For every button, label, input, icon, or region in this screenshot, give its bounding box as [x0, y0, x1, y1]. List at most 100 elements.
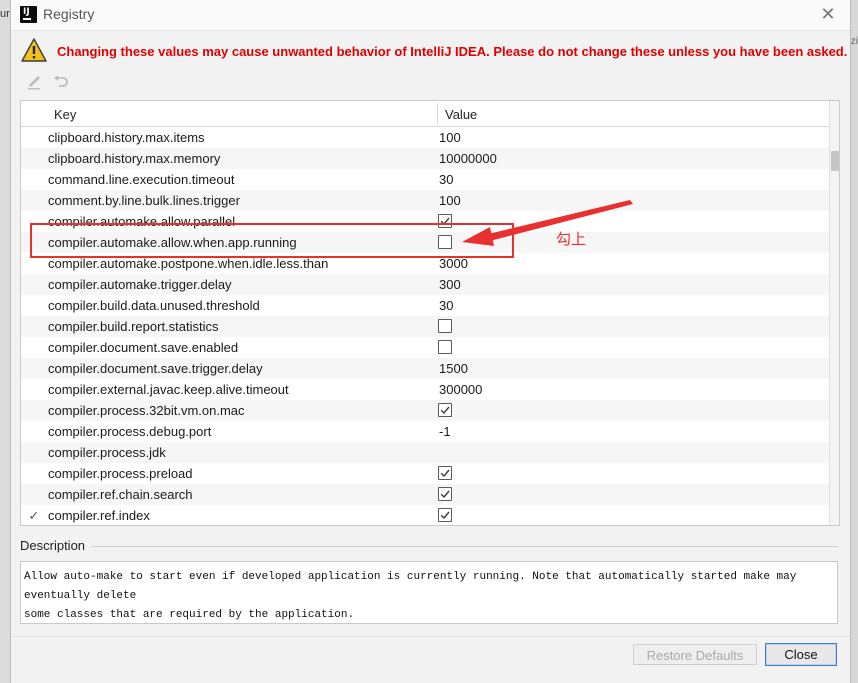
row-key: compiler.automake.allow.parallel: [48, 214, 236, 229]
row-gutter: [21, 190, 47, 211]
row-gutter: [21, 295, 47, 316]
column-header-key[interactable]: Key: [54, 107, 76, 122]
footer-divider: [11, 636, 850, 637]
close-button[interactable]: Close: [765, 643, 837, 666]
row-key: compiler.process.jdk: [48, 445, 166, 460]
row-value[interactable]: 3000: [439, 256, 468, 271]
table-row[interactable]: compiler.automake.allow.parallel: [21, 211, 829, 232]
description-label: Description: [20, 538, 92, 553]
close-icon[interactable]: ✕: [817, 3, 839, 25]
modified-check-icon: ✓: [28, 508, 40, 523]
table-row[interactable]: compiler.external.javac.keep.alive.timeo…: [21, 379, 829, 400]
row-key: compiler.external.javac.keep.alive.timeo…: [48, 382, 289, 397]
row-key: compiler.ref.chain.search: [48, 487, 193, 502]
row-gutter: [21, 253, 47, 274]
window-title: Registry: [43, 6, 95, 22]
row-value[interactable]: 300000: [439, 382, 482, 397]
row-key: compiler.process.32bit.vm.on.mac: [48, 403, 245, 418]
row-gutter: [21, 337, 47, 358]
row-key: clipboard.history.max.memory: [48, 151, 221, 166]
row-value[interactable]: 10000000: [439, 151, 497, 166]
table-row[interactable]: clipboard.history.max.memory 10000000: [21, 148, 829, 169]
row-value[interactable]: -1: [439, 424, 451, 439]
value-checkbox[interactable]: [438, 466, 452, 480]
column-header-value[interactable]: Value: [445, 107, 477, 122]
row-key: compiler.automake.trigger.delay: [48, 277, 232, 292]
row-value[interactable]: 30: [439, 172, 453, 187]
row-gutter: [21, 169, 47, 190]
row-gutter: [21, 316, 47, 337]
row-gutter: [21, 211, 47, 232]
row-key: compiler.build.data.unused.threshold: [48, 298, 260, 313]
row-gutter: [21, 232, 47, 253]
scrollbar-thumb[interactable]: [831, 151, 839, 171]
table-body: clipboard.history.max.items 100 clipboard.…: [21, 127, 829, 525]
row-value[interactable]: 1500: [439, 361, 468, 376]
description-divider: [91, 546, 838, 547]
row-key: compiler.automake.allow.when.app.running: [48, 235, 297, 250]
row-key: compiler.process.debug.port: [48, 424, 212, 439]
row-key: comment.by.line.bulk.lines.trigger: [48, 193, 240, 208]
row-key: compiler.build.report.statistics: [48, 319, 219, 334]
background-fragment-left: ur: [0, 8, 10, 20]
table-row[interactable]: comment.by.line.bulk.lines.trigger 100: [21, 190, 829, 211]
table-row[interactable]: compiler.process.debug.port -1: [21, 421, 829, 442]
value-checkbox[interactable]: [438, 487, 452, 501]
table-header: Key Value: [21, 101, 829, 127]
title-bar[interactable]: IJ Registry ✕: [11, 0, 850, 31]
row-key: compiler.process.preload: [48, 466, 193, 481]
table-row[interactable]: compiler.automake.allow.when.app.running: [21, 232, 829, 253]
value-checkbox[interactable]: [438, 235, 452, 249]
row-value[interactable]: 300: [439, 277, 461, 292]
description-text: Allow auto-make to start even if develop…: [20, 561, 838, 624]
table-row[interactable]: compiler.build.report.statistics: [21, 316, 829, 337]
row-key: compiler.ref.index: [48, 508, 150, 523]
table-row[interactable]: compiler.process.jdk: [21, 442, 829, 463]
table-row[interactable]: compiler.process.preload: [21, 463, 829, 484]
undo-icon[interactable]: [51, 72, 71, 92]
row-key: compiler.document.save.trigger.delay: [48, 361, 263, 376]
row-key: compiler.automake.postpone.when.idle.les…: [48, 256, 329, 271]
row-value[interactable]: 30: [439, 298, 453, 313]
registry-dialog: IJ Registry ✕ Changing these values may …: [10, 0, 851, 683]
row-gutter: [21, 484, 47, 505]
warning-banner: Changing these values may cause unwanted…: [21, 34, 847, 70]
annotation-text: 勾上: [556, 230, 587, 248]
row-key: command.line.execution.timeout: [48, 172, 235, 187]
table-row[interactable]: compiler.build.data.unused.threshold 30: [21, 295, 829, 316]
value-checkbox[interactable]: [438, 319, 452, 333]
table-row[interactable]: command.line.execution.timeout 30: [21, 169, 829, 190]
table-row[interactable]: compiler.automake.trigger.delay 300: [21, 274, 829, 295]
pencil-icon[interactable]: [25, 72, 45, 92]
warning-text: Changing these values may cause unwanted…: [57, 44, 848, 59]
value-checkbox[interactable]: [438, 403, 452, 417]
row-gutter: [21, 400, 47, 421]
row-gutter: [21, 463, 47, 484]
row-gutter: [21, 379, 47, 400]
value-checkbox[interactable]: [438, 340, 452, 354]
row-gutter: [21, 421, 47, 442]
registry-table[interactable]: Key Value clipboard.history.max.items 100…: [20, 100, 840, 526]
row-key: clipboard.history.max.items: [48, 130, 205, 145]
row-gutter: [21, 148, 47, 169]
intellij-logo-icon: IJ: [20, 6, 37, 23]
table-row[interactable]: compiler.process.32bit.vm.on.mac: [21, 400, 829, 421]
value-checkbox[interactable]: [438, 214, 452, 228]
warning-icon: [21, 38, 47, 62]
vertical-scrollbar[interactable]: [829, 101, 839, 525]
table-row[interactable]: compiler.ref.chain.search: [21, 484, 829, 505]
row-value[interactable]: 100: [439, 130, 461, 145]
table-row[interactable]: compiler.document.save.trigger.delay 1500: [21, 358, 829, 379]
value-checkbox[interactable]: [438, 508, 452, 522]
row-key: compiler.document.save.enabled: [48, 340, 239, 355]
restore-defaults-button[interactable]: Restore Defaults: [633, 644, 757, 665]
table-row[interactable]: clipboard.history.max.items 100: [21, 127, 829, 148]
row-value[interactable]: 100: [439, 193, 461, 208]
row-gutter: [21, 127, 47, 148]
row-gutter: [21, 442, 47, 463]
row-gutter: [21, 274, 47, 295]
table-row[interactable]: ✓ compiler.ref.index: [21, 505, 829, 525]
table-row[interactable]: compiler.document.save.enabled: [21, 337, 829, 358]
table-row[interactable]: compiler.automake.postpone.when.idle.les…: [21, 253, 829, 274]
column-divider[interactable]: [437, 103, 438, 125]
